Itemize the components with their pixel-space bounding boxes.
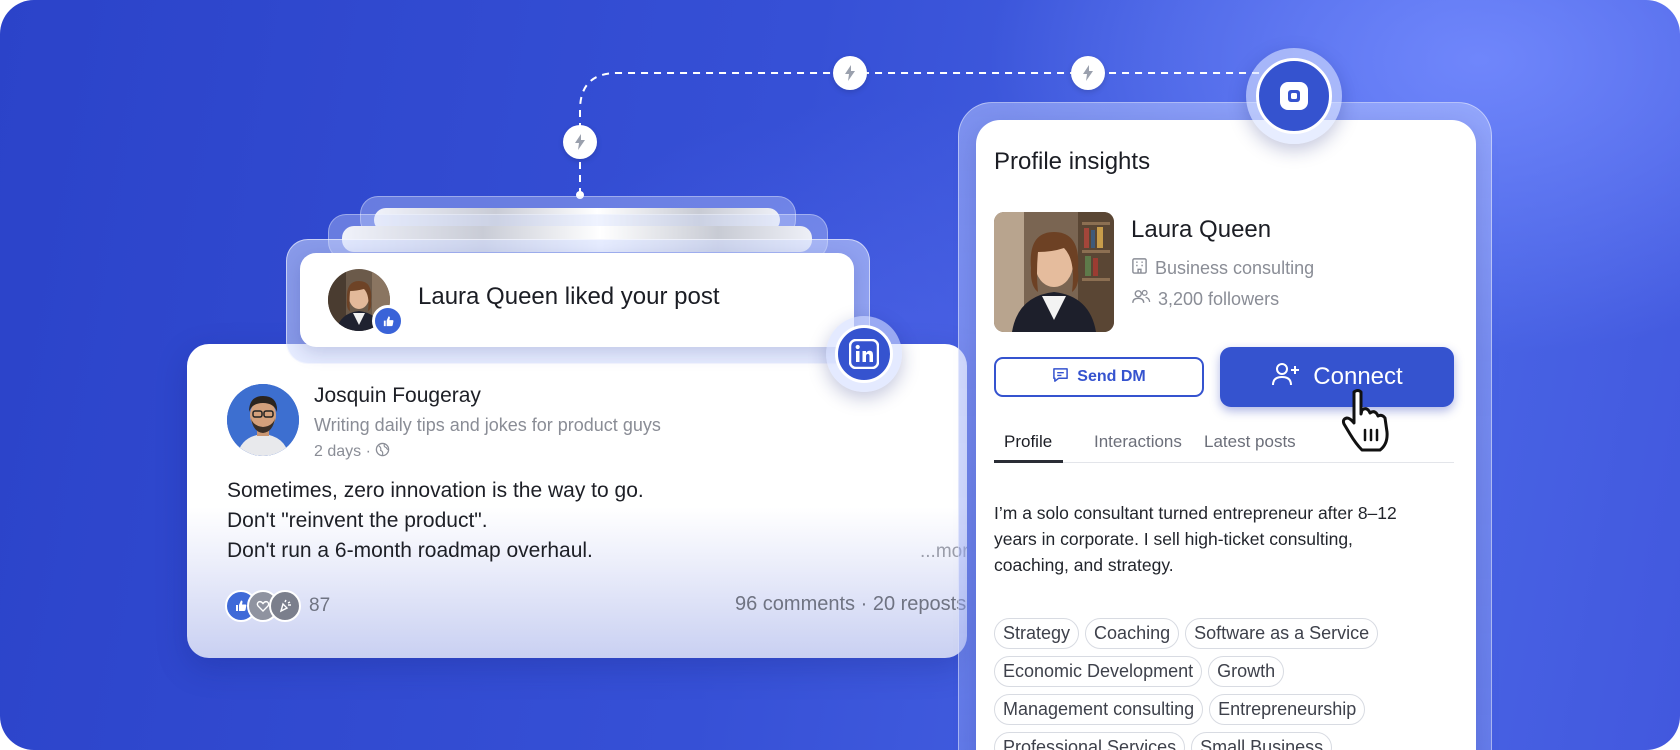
industry-text: Business consulting [1155, 257, 1315, 278]
followers-text: 3,200 followers [1158, 288, 1280, 309]
panel-title: Profile insights [994, 148, 1151, 175]
tag-chip[interactable]: Strategy [994, 618, 1080, 649]
profile-insights-panel: Profile insights Laura Queen Business co… [976, 120, 1476, 750]
profile-name[interactable]: Laura Queen [1131, 216, 1271, 244]
profile-about: I’m a solo consultant turned entrepreneu… [994, 503, 1397, 575]
post-line: Don't run a 6-month roadmap overhaul. [227, 539, 593, 562]
linkedin-post-card[interactable]: Josquin Fougeray Writing daily tips and … [187, 344, 967, 658]
building-icon [1131, 257, 1148, 279]
reaction-count: 87 [309, 595, 331, 616]
post-line: Sometimes, zero innovation is the way to… [227, 479, 644, 502]
reactions-summary[interactable]: 87 [225, 590, 330, 622]
tab-interactions[interactable]: Interactions [1094, 432, 1182, 452]
linkedin-icon [835, 325, 893, 383]
post-body: Sometimes, zero innovation is the way to… [227, 476, 644, 566]
app-logo-icon [1256, 58, 1332, 134]
profile-industry: Business consulting [1131, 257, 1314, 279]
hand-cursor-icon [1340, 388, 1394, 459]
profile-tags: Strategy Coaching Software as a Service … [994, 618, 1464, 750]
post-stats[interactable]: 96 comments · 20 reposts [735, 593, 966, 616]
josquin-avatar [227, 384, 299, 456]
post-time-text: 2 days · [314, 443, 371, 460]
tag-chip[interactable]: Entrepreneurship [1209, 694, 1366, 725]
users-icon [1131, 288, 1151, 310]
tag-chip[interactable]: Software as a Service [1185, 618, 1379, 649]
tab-profile[interactable]: Profile [1004, 432, 1052, 452]
app-logo-badge [1246, 48, 1342, 144]
tab-latest-posts[interactable]: Latest posts [1204, 432, 1296, 452]
connect-button[interactable]: Connect [1220, 347, 1454, 407]
celebrate-reaction-icon [269, 590, 301, 622]
post-author-headline: Writing daily tips and jokes for product… [314, 415, 661, 435]
profile-followers: 3,200 followers [1131, 288, 1279, 310]
post-timestamp: 2 days · [314, 442, 390, 462]
tag-chip[interactable]: Coaching [1085, 618, 1180, 649]
post-line: Don't "reinvent the product". [227, 509, 488, 532]
tag-chip[interactable]: Management consulting [994, 694, 1204, 725]
tag-chip[interactable]: Economic Development [994, 656, 1203, 687]
message-icon [1052, 367, 1069, 388]
linkedin-badge [826, 316, 902, 392]
add-user-icon [1271, 361, 1301, 394]
active-tab-indicator [994, 460, 1063, 463]
lightning-node-icon [563, 125, 597, 159]
send-dm-button[interactable]: Send DM [994, 357, 1204, 397]
globe-icon [375, 442, 390, 462]
send-dm-label: Send DM [1077, 368, 1146, 385]
lightning-node-icon [1071, 56, 1105, 90]
notification-text: Laura Queen liked your post [418, 283, 720, 310]
hero-canvas: Josquin Fougeray Writing daily tips and … [0, 0, 1680, 750]
profile-photo [994, 212, 1114, 332]
post-author-name[interactable]: Josquin Fougeray [314, 384, 481, 408]
tag-chip[interactable]: Small Business [1191, 732, 1333, 750]
thumbs-up-icon [372, 305, 404, 337]
tag-chip[interactable]: Growth [1208, 656, 1285, 687]
connect-label: Connect [1313, 363, 1403, 390]
lightning-node-icon [833, 56, 867, 90]
tag-chip[interactable]: Professional Services [994, 732, 1186, 750]
like-notification[interactable]: Laura Queen liked your post [300, 253, 854, 347]
